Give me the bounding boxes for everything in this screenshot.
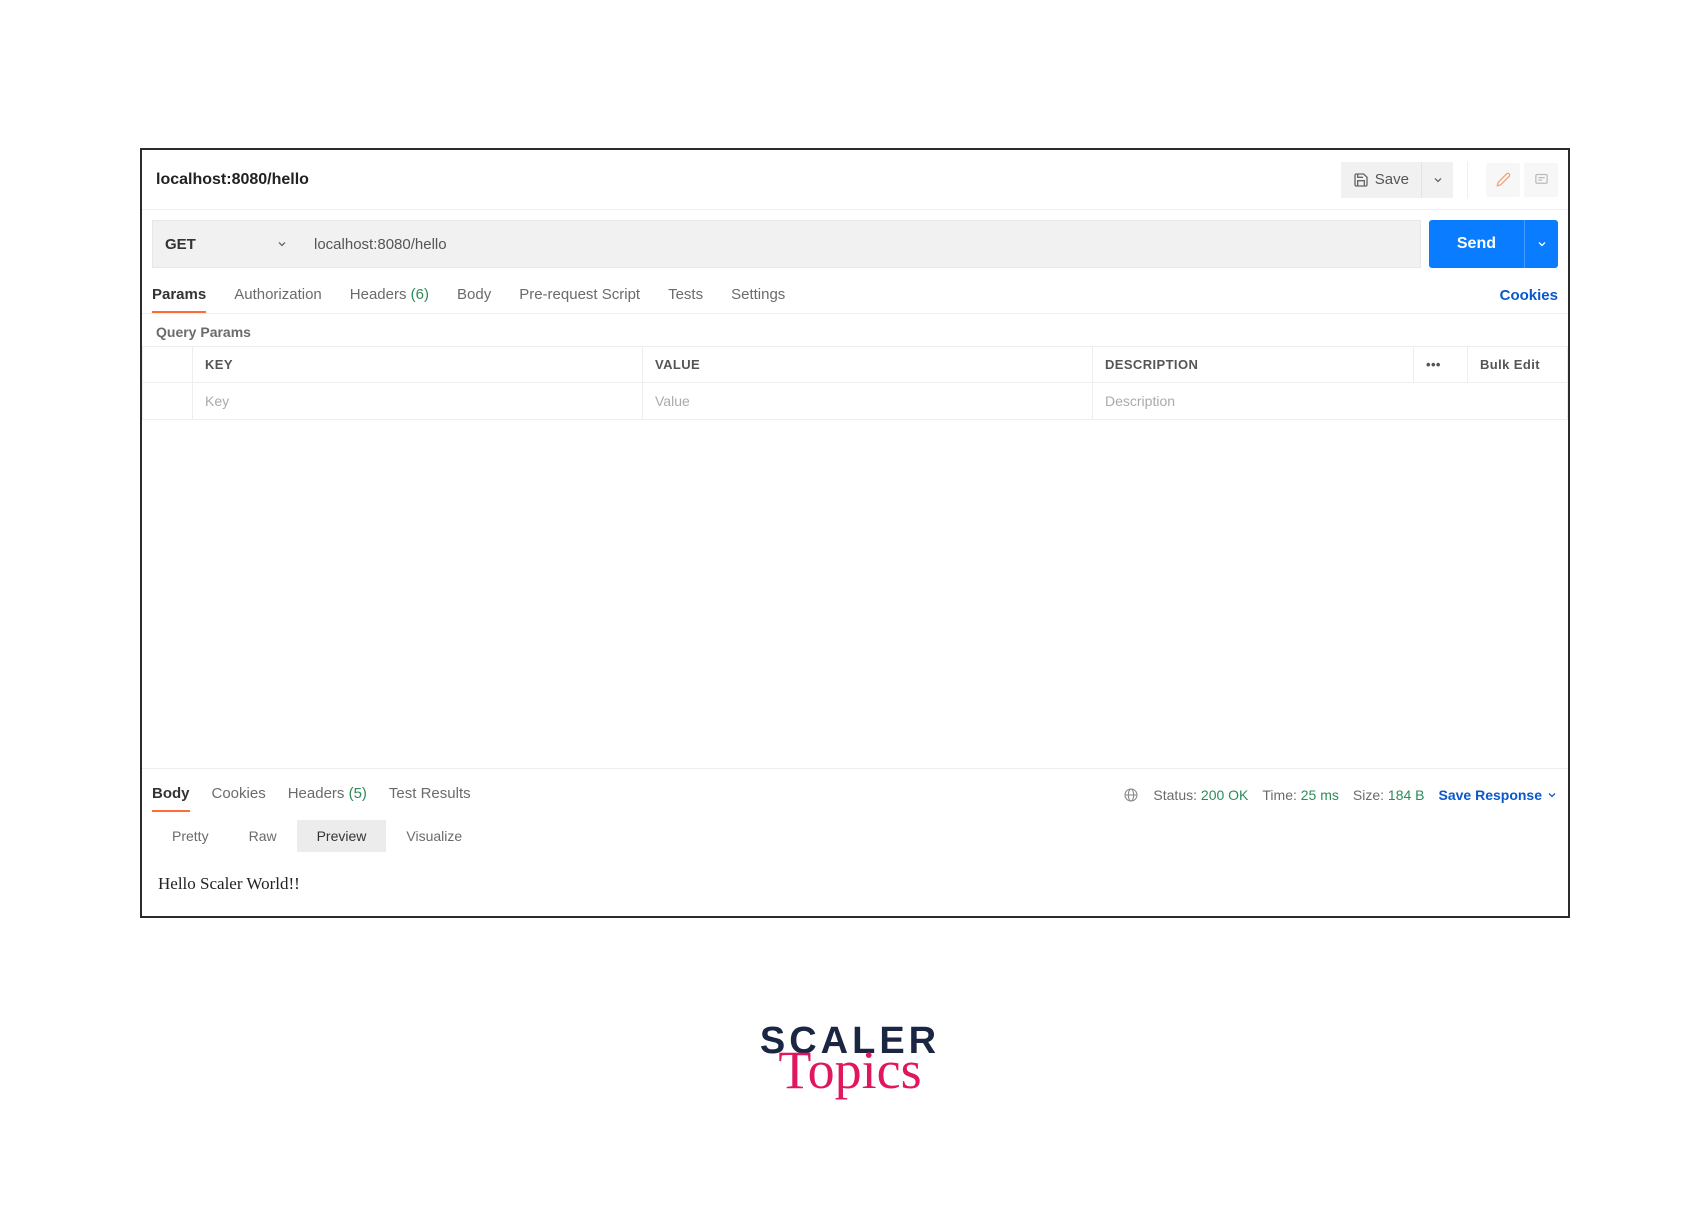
save-button-label: Save [1375, 171, 1409, 188]
size-block: Size: 184 B [1353, 787, 1425, 803]
save-dropdown-button[interactable] [1421, 162, 1453, 198]
table-row: Key Value Description [143, 383, 1568, 420]
time-value: 25 ms [1301, 787, 1339, 803]
comment-button[interactable] [1524, 163, 1558, 197]
cookies-link[interactable]: Cookies [1500, 287, 1558, 304]
status-block: Status: 200 OK [1153, 787, 1248, 803]
globe-icon [1123, 787, 1139, 803]
chevron-down-icon [276, 238, 288, 250]
more-options-button[interactable]: ••• [1414, 347, 1468, 383]
tab-prerequest[interactable]: Pre-request Script [519, 278, 640, 313]
response-tabs: Body Cookies Headers (5) Test Results [152, 777, 493, 812]
save-button[interactable]: Save [1341, 162, 1421, 198]
scaler-logo: SCALER Topics [760, 1020, 940, 1097]
tab-headers-label: Headers [350, 286, 407, 303]
resp-tab-headers-label: Headers [288, 785, 345, 802]
view-visualize[interactable]: Visualize [386, 820, 482, 852]
key-input-cell[interactable]: Key [193, 383, 643, 420]
request-row: GET Send [142, 210, 1568, 268]
request-title: localhost:8080/hello [156, 171, 1341, 189]
send-dropdown-button[interactable] [1524, 220, 1558, 268]
view-selector: Pretty Raw Preview Visualize [142, 812, 1568, 852]
pencil-icon [1496, 172, 1511, 187]
tab-headers[interactable]: Headers (6) [350, 278, 429, 313]
tab-body[interactable]: Body [457, 278, 491, 313]
resp-tab-headers[interactable]: Headers (5) [288, 777, 367, 812]
header-icon-group [1467, 162, 1558, 198]
description-input-cell[interactable]: Description [1093, 383, 1568, 420]
view-pretty[interactable]: Pretty [152, 820, 229, 852]
edit-button[interactable] [1486, 163, 1520, 197]
send-button[interactable]: Send [1429, 220, 1524, 268]
value-header: VALUE [643, 347, 1093, 383]
size-value: 184 B [1388, 787, 1425, 803]
logo-sub-text: Topics [760, 1043, 940, 1097]
request-tabs: Params Authorization Headers (6) Body Pr… [142, 268, 1568, 314]
resp-tab-body[interactable]: Body [152, 777, 190, 812]
tab-authorization[interactable]: Authorization [234, 278, 322, 313]
save-button-group: Save [1341, 162, 1453, 198]
view-preview[interactable]: Preview [297, 820, 387, 852]
value-input-cell[interactable]: Value [643, 383, 1093, 420]
resp-tab-test-results[interactable]: Test Results [389, 777, 471, 812]
time-block: Time: 25 ms [1262, 787, 1339, 803]
bulk-edit-button[interactable]: Bulk Edit [1468, 347, 1568, 383]
query-params-label: Query Params [142, 314, 1568, 346]
table-header-row: KEY VALUE DESCRIPTION ••• Bulk Edit [143, 347, 1568, 383]
resp-tab-cookies[interactable]: Cookies [212, 777, 266, 812]
http-method-select[interactable]: GET [152, 220, 300, 268]
response-meta: Status: 200 OK Time: 25 ms Size: 184 B S… [1123, 787, 1558, 803]
app-window: localhost:8080/hello Save GET Send [140, 148, 1570, 918]
response-body: Hello Scaler World!! [142, 852, 1568, 916]
description-header: DESCRIPTION [1093, 347, 1414, 383]
url-input[interactable] [300, 220, 1421, 268]
key-header: KEY [193, 347, 643, 383]
status-value: 200 OK [1201, 787, 1248, 803]
chevron-down-icon [1546, 789, 1558, 801]
tab-params[interactable]: Params [152, 278, 206, 313]
chevron-down-icon [1536, 238, 1548, 250]
tab-headers-count: (6) [411, 286, 429, 303]
http-method-label: GET [165, 236, 196, 253]
save-response-button[interactable]: Save Response [1439, 787, 1559, 803]
tab-settings[interactable]: Settings [731, 278, 785, 313]
tab-tests[interactable]: Tests [668, 278, 703, 313]
header-bar: localhost:8080/hello Save [142, 150, 1568, 210]
comment-icon [1534, 172, 1549, 187]
resp-tab-headers-count: (5) [349, 785, 367, 802]
response-bar: Body Cookies Headers (5) Test Results St… [142, 768, 1568, 812]
chevron-down-icon [1432, 174, 1444, 186]
query-params-table: KEY VALUE DESCRIPTION ••• Bulk Edit Key … [142, 346, 1568, 420]
save-icon [1353, 172, 1369, 188]
view-raw[interactable]: Raw [229, 820, 297, 852]
